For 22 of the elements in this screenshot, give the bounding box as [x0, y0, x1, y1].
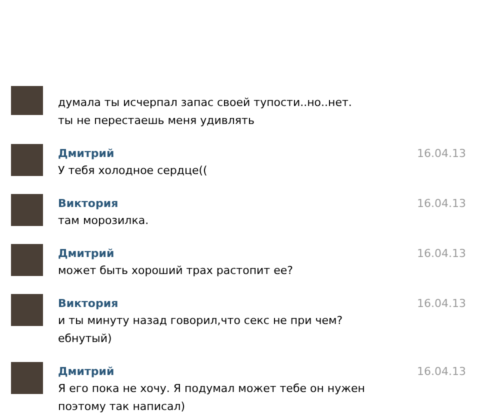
message-text: Я его пока не хочу. Я подумал может тебе он нужен поэтому так написал) [58, 381, 366, 415]
avatar-photo-placeholder[interactable] [11, 144, 43, 176]
message-text: и ты минуту назад говорил,что секс не при чем? ебнутый) [58, 313, 344, 347]
message-date: 16.04.13 [417, 296, 466, 310]
avatar-photo-placeholder[interactable] [11, 86, 43, 115]
sender-name[interactable]: Дмитрий [58, 146, 114, 160]
sender-name[interactable]: Дмитрий [58, 364, 114, 378]
message-text: может быть хороший трах растопит ее? [58, 263, 294, 279]
message-date: 16.04.13 [417, 246, 466, 260]
sender-name[interactable]: Виктория [58, 296, 118, 310]
sender-name[interactable]: Виктория [58, 196, 118, 210]
message-text: думала ты исчерпал запас своей тупости..но..нет. ты не перестаешь меня удивлять [58, 95, 353, 129]
avatar-photo-placeholder[interactable] [11, 194, 43, 226]
sender-name[interactable]: Дмитрий [58, 246, 114, 260]
message-text: там морозилка. [58, 213, 150, 229]
message-date: 16.04.13 [417, 146, 466, 160]
avatar-photo-placeholder[interactable] [11, 362, 43, 394]
message-date: 16.04.13 [417, 364, 466, 378]
avatar-photo-placeholder[interactable] [11, 294, 43, 326]
message-text: У тебя холодное сердце(( [58, 163, 208, 179]
message-date: 16.04.13 [417, 196, 466, 210]
avatar-photo-placeholder[interactable] [11, 244, 43, 276]
